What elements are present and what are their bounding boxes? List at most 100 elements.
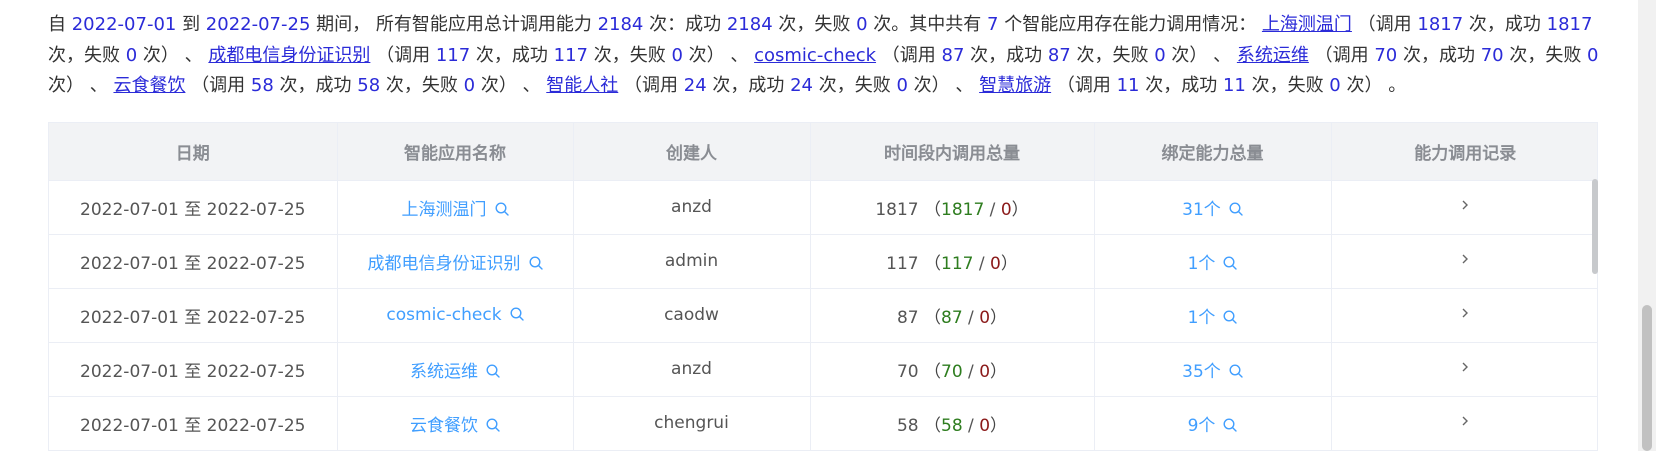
success-count: 70 [941, 361, 963, 382]
summary-total-calls: 2184 [597, 14, 644, 35]
bound-count-link[interactable]: 31个 [1182, 200, 1221, 220]
fail-count: 0 [979, 307, 991, 328]
paren-close: ） [1000, 253, 1018, 274]
cell-bound-capabilities: 35个 [1094, 342, 1332, 397]
bound-count-link[interactable]: 9个 [1188, 416, 1216, 436]
chevron-right-icon[interactable] [1460, 306, 1470, 320]
table-row: 2022-07-01 至 2022-07-25 成都电信身份证识别 admin … [49, 234, 1597, 289]
search-icon[interactable] [1229, 363, 1243, 378]
bound-count-link[interactable]: 1个 [1188, 254, 1216, 274]
total-calls-value: 1817 [875, 199, 919, 220]
summary-text: （调用 [1314, 44, 1375, 66]
search-icon[interactable] [528, 255, 543, 270]
summary-app-success: 87 [1047, 44, 1071, 66]
summary-app-fail: 0 [1154, 44, 1166, 66]
chevron-right-icon[interactable] [1460, 414, 1470, 428]
total-calls-value: 58 [896, 415, 919, 436]
total-calls-value: 117 [886, 253, 919, 274]
app-name-link[interactable]: 成都电信身份证识别 [368, 254, 521, 274]
success-count: 58 [941, 415, 963, 436]
summary-app-count: 7 [987, 14, 999, 35]
chevron-right-icon[interactable] [1460, 198, 1470, 212]
app-name-link[interactable]: 云食餐饮 [410, 416, 478, 436]
table-row: 2022-07-01 至 2022-07-25 系统运维 anzd 70 （70… [49, 342, 1597, 397]
table-scrollbar[interactable] [1592, 179, 1598, 451]
summary-app-calls: 117 [435, 44, 471, 66]
cell-date: 2022-07-01 至 2022-07-25 [49, 180, 338, 235]
cell-app-name: 系统运维 [337, 342, 574, 397]
cell-creator: admin [573, 234, 811, 289]
table-header-row: 日期 智能应用名称 创建人 时间段内调用总量 绑定能力总量 能力调用记录 [49, 123, 1597, 181]
cell-app-name: cosmic-check [337, 288, 574, 343]
chevron-right-icon[interactable] [1460, 360, 1470, 374]
summary-text: 次） [1165, 44, 1208, 66]
summary-text: 次。其中共有 [867, 14, 988, 35]
summary-app-success: 1817 [1546, 14, 1593, 35]
summary-text: 次，失败 [588, 44, 672, 66]
cell-creator: caodw [573, 288, 811, 343]
bound-count-link[interactable]: 35个 [1182, 362, 1221, 382]
cell-bound-capabilities: 9个 [1094, 396, 1332, 451]
summary-app-calls: 87 [941, 44, 965, 66]
search-icon[interactable] [1229, 201, 1243, 216]
page-scrollbar-thumb[interactable] [1642, 305, 1652, 451]
paren-close: ） [990, 415, 1008, 436]
paren-open: （ [924, 361, 942, 382]
search-icon[interactable] [486, 417, 500, 432]
summary-text: 次：成功 [643, 14, 727, 35]
summary-app-fail: 0 [125, 44, 138, 66]
cell-call-records [1331, 234, 1597, 289]
summary-text: （调用 [624, 75, 684, 96]
summary-app-entry: cosmic-check （调用 87 次，成功 87 次，失败 0 次） 、 [754, 45, 1237, 66]
search-icon[interactable] [1223, 255, 1238, 270]
summary-text: 次） [137, 44, 179, 66]
table-scrollbar-thumb[interactable] [1592, 179, 1598, 274]
paren-close: ） [1011, 199, 1029, 220]
fail-count: 0 [979, 361, 991, 382]
summary-text: 次，成功 [964, 44, 1048, 66]
cell-app-name: 上海测温门 [337, 180, 574, 235]
summary-app-link[interactable]: cosmic-check [754, 45, 876, 66]
slash-separator: / [962, 361, 980, 382]
page-root: 自 2022-07-01 到 2022-07-25 期间， 所有智能应用总计调用… [0, 0, 1656, 451]
search-icon[interactable] [486, 363, 500, 378]
cell-total-calls: 117 （117 / 0） [810, 234, 1095, 289]
summary-text: 、 [949, 75, 980, 96]
summary-app-calls: 11 [1116, 75, 1140, 96]
summary-text: 期间， 所有智能应用总计调用能力 [310, 14, 598, 35]
total-calls-value: 87 [896, 307, 919, 328]
page-scrollbar[interactable] [1638, 0, 1656, 451]
slash-separator: / [962, 307, 980, 328]
summary-text: 次，成功 [273, 75, 358, 96]
search-icon[interactable] [510, 307, 524, 321]
summary-app-link[interactable]: 智能人社 [546, 75, 618, 96]
summary-app-calls: 1817 [1417, 14, 1464, 35]
summary-text: 个智能应用存在能力调用情况： [998, 14, 1262, 35]
search-icon[interactable] [1223, 417, 1238, 432]
summary-total-fail: 0 [856, 14, 868, 35]
summary-text: 、 [724, 44, 755, 66]
summary-app-link[interactable]: 云食餐饮 [113, 75, 185, 96]
summary-app-link[interactable]: 成都电信身份证识别 [208, 45, 370, 66]
app-name-link[interactable]: cosmic-check [386, 305, 501, 325]
cell-creator: anzd [573, 180, 811, 235]
summary-text: 次，失败 [1070, 44, 1155, 66]
call-summary: 自 2022-07-01 到 2022-07-25 期间， 所有智能应用总计调用… [48, 10, 1600, 102]
summary-text: 次，成功 [470, 44, 554, 66]
search-icon[interactable] [1223, 309, 1238, 324]
summary-text: 次） [682, 44, 725, 66]
chevron-right-icon[interactable] [1460, 252, 1470, 266]
bound-count-link[interactable]: 1个 [1188, 308, 1216, 328]
search-icon[interactable] [494, 201, 509, 216]
app-call-table: 日期 智能应用名称 创建人 时间段内调用总量 绑定能力总量 能力调用记录 202… [48, 122, 1598, 451]
cell-app-name: 云食餐饮 [337, 396, 574, 451]
app-name-link[interactable]: 上海测温门 [402, 200, 487, 220]
summary-app-link[interactable]: 上海测温门 [1262, 14, 1352, 35]
summary-app-fail: 0 [1587, 44, 1599, 66]
summary-app-link[interactable]: 系统运维 [1237, 45, 1309, 66]
summary-text: 、 [84, 75, 114, 96]
summary-text: 次，成功 [1139, 75, 1223, 96]
summary-text: 次） [1340, 75, 1383, 96]
summary-app-link[interactable]: 智慧旅游 [979, 75, 1051, 96]
app-name-link[interactable]: 系统运维 [410, 362, 478, 382]
